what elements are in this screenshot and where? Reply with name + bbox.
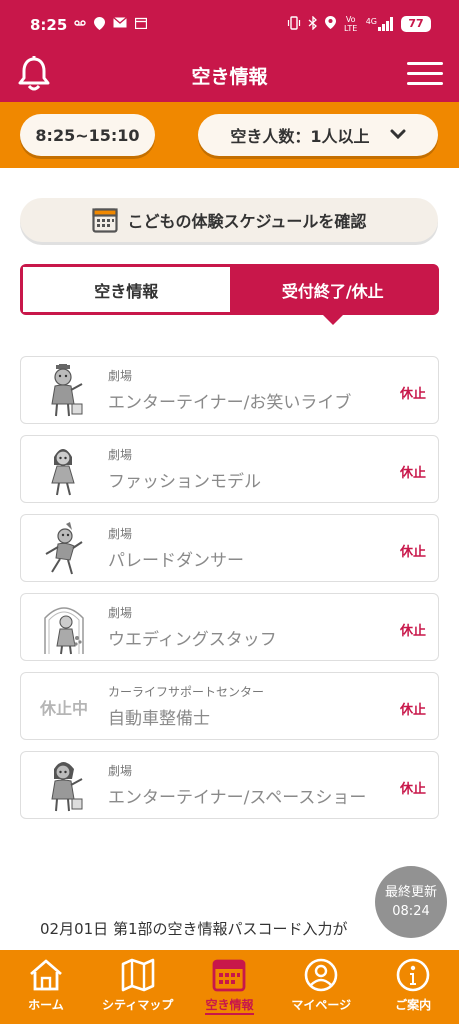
job-list: 劇場 エンターテイナー/お笑いライブ 休止 劇場 ファッションモデル 休止 劇場… — [20, 356, 439, 830]
status-left-icons — [74, 17, 148, 33]
nav-availability-label: 空き情報 — [205, 996, 254, 1015]
item-status: 休止 — [399, 624, 426, 639]
calendar-icon — [91, 208, 118, 233]
capacity-filter-dropdown[interactable]: 空き人数：1人以上 — [198, 114, 438, 156]
schedule-button[interactable]: こどもの体験スケジュールを確認 — [20, 198, 438, 242]
last-updated-badge[interactable]: 最終更新 08:24 — [375, 866, 447, 938]
item-status: 休止 — [399, 466, 426, 481]
user-icon — [304, 958, 338, 992]
item-name: 自動車整備士 — [108, 709, 210, 729]
status-time: 8:25 — [30, 16, 68, 34]
wedding-figure — [35, 600, 93, 656]
nav-home[interactable]: ホーム — [0, 950, 92, 1024]
item-name: エンターテイナー/お笑いライブ — [108, 393, 352, 413]
time-range-label: 8:25~15:10 — [35, 125, 140, 145]
list-item[interactable]: 劇場 パレードダンサー 休止 — [20, 514, 439, 582]
closed-label: 休止中 — [39, 699, 88, 718]
filter-bar: 8:25~15:10 空き人数：1人以上 — [0, 102, 459, 168]
model-figure — [35, 442, 93, 498]
list-item[interactable]: 劇場 エンターテイナー/スペースショー 休止 — [20, 751, 439, 819]
status-tabs: 空き情報 受付終了/休止 — [20, 264, 439, 325]
item-category: 劇場 — [108, 606, 133, 620]
nav-guide-label: ご案内 — [395, 998, 432, 1012]
tab-availability[interactable]: 空き情報 — [23, 267, 230, 312]
calendar-icon — [134, 17, 148, 33]
volte-icon: Vo LTE — [344, 15, 358, 33]
last-updated-label: 最終更新 — [384, 885, 437, 900]
chevron-down-icon — [390, 127, 406, 143]
bottom-nav: ホーム シティマップ 空き情報 マイページ ご案内 — [0, 950, 459, 1024]
tab-closed-label: 受付終了/休止 — [281, 281, 384, 301]
item-status: 休止 — [399, 782, 426, 797]
calendar-icon — [213, 959, 246, 992]
map-icon — [121, 958, 154, 992]
capacity-filter-label: 空き人数：1人以上 — [230, 127, 370, 146]
nav-my-page-label: マイページ — [291, 998, 352, 1012]
item-status: 休止 — [399, 545, 426, 560]
nav-home-label: ホーム — [28, 998, 64, 1012]
page-title: 空き情報 — [191, 66, 268, 88]
vibrate-icon — [287, 15, 301, 33]
item-category: 劇場 — [108, 369, 133, 383]
item-name: エンターテイナー/スペースショー — [108, 788, 367, 808]
home-icon — [29, 959, 62, 991]
entertainer-figure — [35, 758, 93, 814]
nav-guide[interactable]: ご案内 — [367, 950, 459, 1024]
location-icon — [324, 16, 336, 32]
app-header: 空き情報 — [0, 50, 459, 102]
mail-icon — [113, 17, 127, 33]
item-status: 休止 — [399, 387, 426, 402]
nav-my-page[interactable]: マイページ — [275, 950, 367, 1024]
signal-4g-icon: 4G — [366, 17, 394, 31]
item-category: 劇場 — [108, 448, 133, 462]
item-name: ウエディングスタッフ — [108, 630, 277, 650]
item-category: 劇場 — [108, 527, 133, 541]
dancer-figure — [35, 521, 93, 577]
info-icon — [396, 958, 430, 992]
item-status: 休止 — [399, 703, 426, 718]
closed-thumbnail: 休止中 — [35, 679, 93, 735]
tab-closed[interactable]: 受付終了/休止 — [229, 267, 436, 325]
menu-icon[interactable] — [407, 62, 443, 86]
item-category: 劇場 — [108, 764, 133, 778]
time-range-button[interactable]: 8:25~15:10 — [20, 114, 155, 156]
last-updated-time: 08:24 — [392, 904, 430, 919]
voicemail-icon — [74, 17, 86, 33]
status-right-icons: Vo LTE 4G 77 — [287, 14, 431, 33]
list-item[interactable]: 劇場 ファッションモデル 休止 — [20, 435, 439, 503]
battery-indicator: 77 — [401, 16, 431, 32]
location-icon — [94, 17, 105, 33]
entertainer-figure — [35, 363, 93, 419]
notice-ticker[interactable]: 02月01日 第1部の空き情報パスコード入力が — [40, 918, 400, 939]
item-name: パレードダンサー — [108, 551, 244, 571]
bluetooth-icon — [308, 14, 318, 33]
tab-availability-label: 空き情報 — [94, 281, 159, 301]
list-item[interactable]: 劇場 エンターテイナー/お笑いライブ 休止 — [20, 356, 439, 424]
list-item[interactable]: 休止中 カーライフサポートセンター 自動車整備士 休止 — [20, 672, 439, 740]
nav-city-map-label: シティマップ — [102, 998, 174, 1012]
nav-availability[interactable]: 空き情報 — [184, 950, 276, 1024]
schedule-button-label: こどもの体験スケジュールを確認 — [127, 212, 367, 231]
item-category: カーライフサポートセンター — [108, 685, 265, 699]
nav-city-map[interactable]: シティマップ — [92, 950, 184, 1024]
item-name: ファッションモデル — [108, 472, 261, 492]
list-item[interactable]: 劇場 ウエディングスタッフ 休止 — [20, 593, 439, 661]
status-bar: 8:25 Vo LTE 4G 77 — [0, 0, 459, 50]
